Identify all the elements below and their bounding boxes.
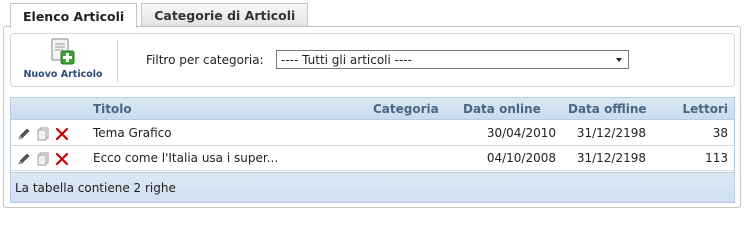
row-actions [17, 127, 70, 141]
table-header: Titolo Categoria Data online Data offlin… [11, 98, 734, 120]
tab-elenco-articoli[interactable]: Elenco Articoli [10, 3, 138, 28]
row-readers: 38 [712, 126, 728, 140]
new-document-icon [49, 38, 75, 68]
row-date-offline: 31/12/2198 [576, 151, 646, 165]
chevron-down-icon [616, 58, 622, 62]
table-row: Tema Grafico 30/04/2010 31/12/2198 38 [11, 121, 734, 146]
new-article-button[interactable]: Nuovo Articolo [15, 38, 111, 84]
column-header-data-online[interactable]: Data online [463, 98, 541, 119]
row-actions [17, 152, 70, 166]
row-date-online: 04/10/2008 [486, 151, 556, 165]
row-count-text: La tabella contiene 2 righe [15, 181, 176, 195]
row-readers: 113 [705, 151, 728, 165]
table-row: Ecco come l'Italia usa i super... 04/10/… [11, 146, 734, 171]
category-filter-select[interactable]: ---- Tutti gli articoli ---- [276, 50, 629, 69]
column-header-data-offline[interactable]: Data offline [568, 98, 647, 119]
delete-x-icon[interactable] [55, 127, 70, 141]
column-header-titolo[interactable]: Titolo [93, 98, 132, 119]
tab-categorie-di-articoli[interactable]: Categorie di Articoli [141, 3, 309, 27]
tab-bar: Elenco Articoli Categorie di Articoli [10, 3, 312, 28]
pencil-icon[interactable] [17, 152, 32, 166]
table-footer: La tabella contiene 2 righe [11, 172, 734, 202]
tab-panel: Nuovo Articolo Filtro per categoria: ---… [3, 26, 741, 208]
row-title[interactable]: Tema Grafico [93, 121, 172, 145]
new-article-label: Nuovo Articolo [23, 69, 103, 80]
filter-label: Filtro per categoria: [146, 53, 264, 67]
toolbar-separator [117, 40, 118, 82]
row-date-offline: 31/12/2198 [576, 126, 646, 140]
copy-icon[interactable] [36, 152, 51, 166]
articles-table: Titolo Categoria Data online Data offlin… [10, 97, 735, 203]
category-filter-value: ---- Tutti gli articoli ---- [281, 52, 412, 67]
toolbar: Nuovo Articolo Filtro per categoria: ---… [10, 33, 735, 87]
pencil-icon[interactable] [17, 127, 32, 141]
row-title[interactable]: Ecco come l'Italia usa i super... [93, 146, 278, 170]
row-date-online: 30/04/2010 [486, 126, 556, 140]
column-header-categoria[interactable]: Categoria [373, 98, 439, 119]
column-header-lettori[interactable]: Lettori [682, 98, 728, 119]
delete-x-icon[interactable] [55, 152, 70, 166]
copy-icon[interactable] [36, 127, 51, 141]
